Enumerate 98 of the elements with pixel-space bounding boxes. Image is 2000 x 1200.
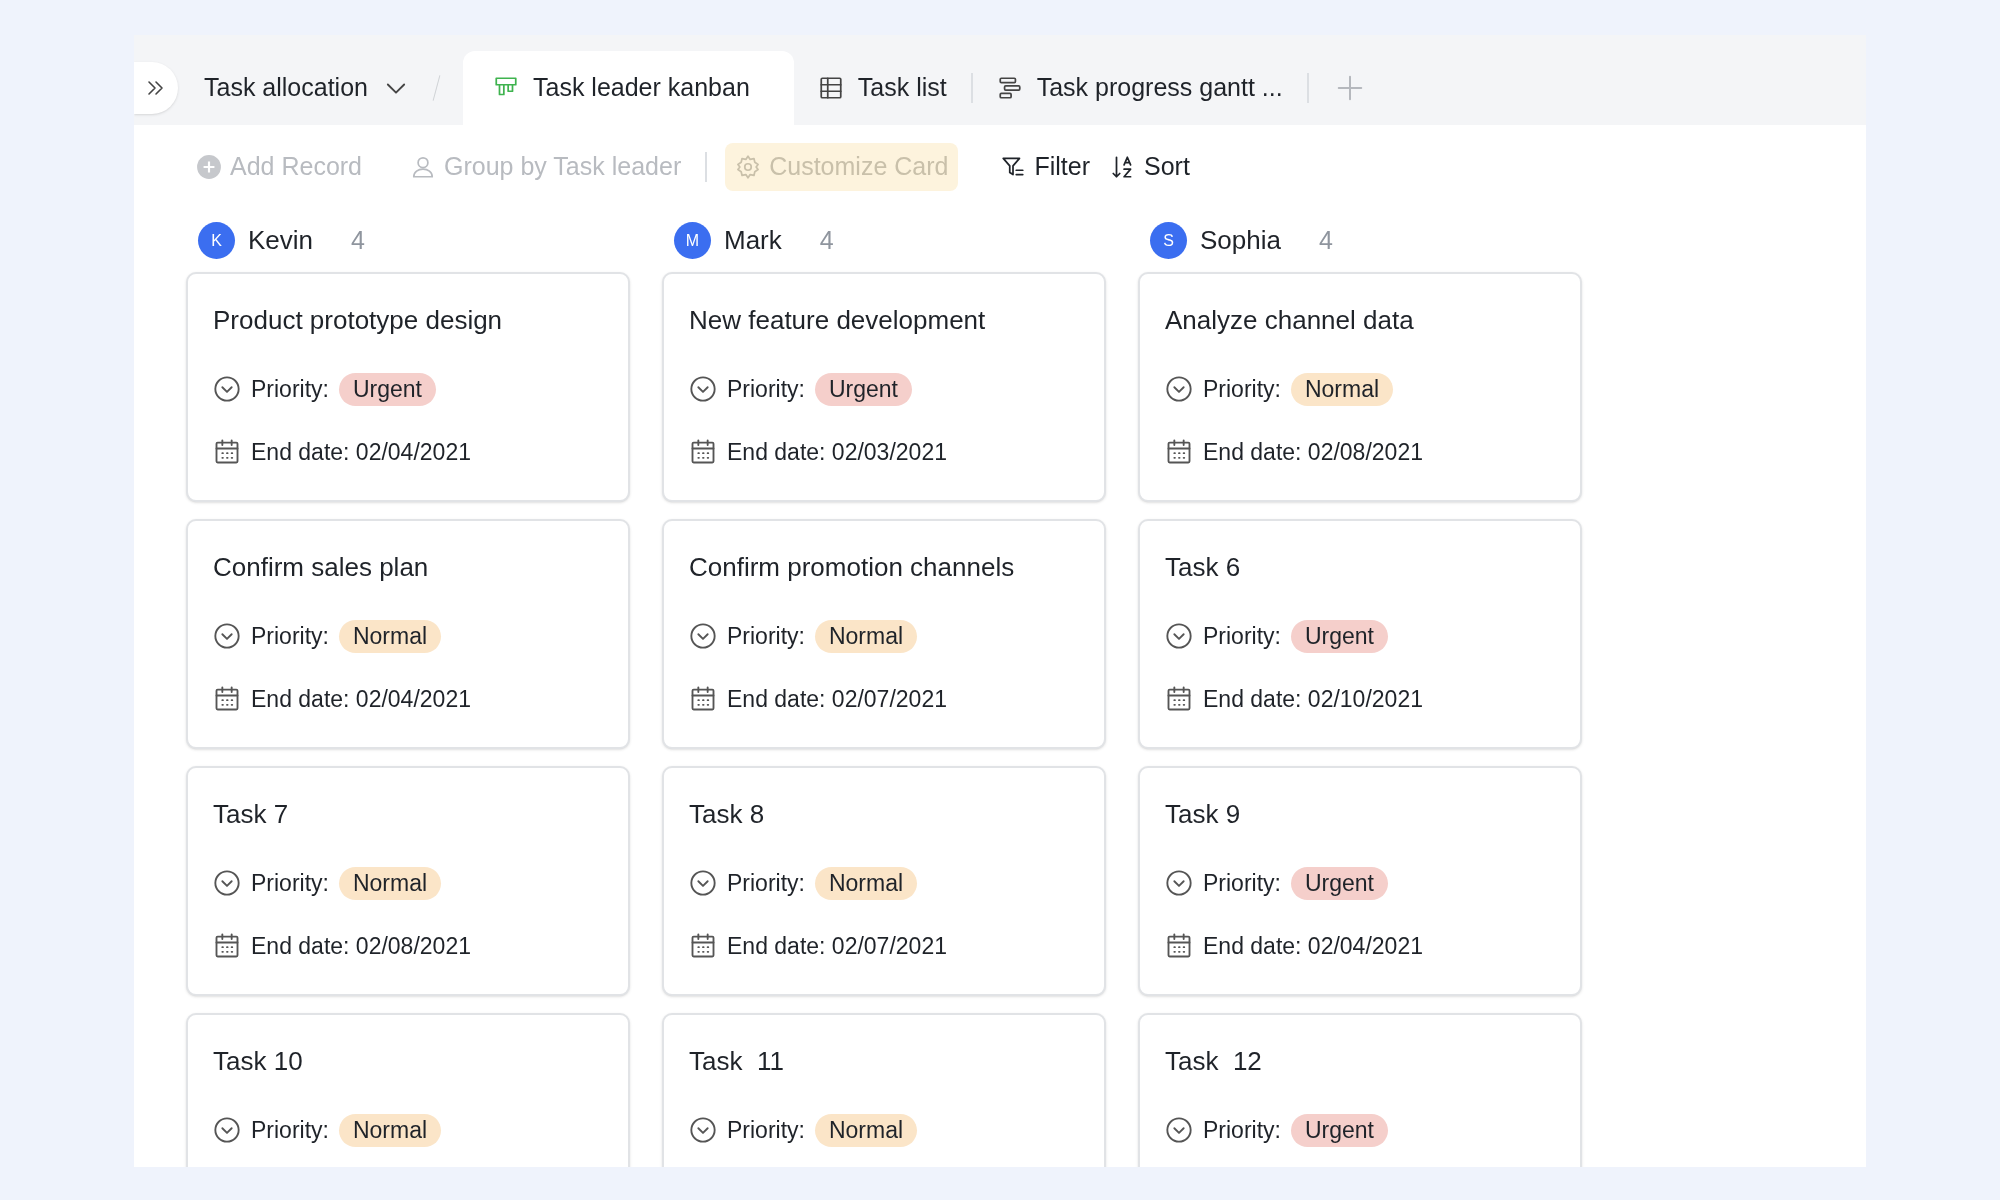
avatar: S: [1150, 222, 1187, 259]
record-card[interactable]: Task 6 Priority: Urgent End date: 02/10/2021: [1138, 519, 1582, 749]
dropdown-field-icon: [689, 869, 717, 898]
dropdown-field-icon: [689, 375, 717, 404]
avatar: M: [674, 222, 711, 259]
field-value: End date: 02/04/2021: [251, 684, 471, 714]
record-card[interactable]: Task 11 Priority: Normal: [662, 1013, 1106, 1167]
priority-tag: Urgent: [1290, 866, 1388, 900]
field-value: End date: 02/10/2021: [1203, 684, 1423, 714]
view-tab[interactable]: Task progress gantt ...: [972, 51, 1307, 125]
dropdown-field-icon: [213, 869, 241, 898]
toolbar-button[interactable]: Filter: [994, 142, 1096, 191]
gantt-icon: [996, 75, 1023, 101]
field-label: Priority:: [727, 869, 805, 898]
field-label: Priority:: [727, 1116, 805, 1145]
priority-tag: Normal: [814, 1113, 918, 1147]
card-title: Product prototype design: [213, 304, 504, 336]
record-card[interactable]: Task 12 Priority: Urgent: [1138, 1013, 1582, 1167]
priority-tag: Urgent: [814, 372, 912, 406]
calendar-icon: [1165, 684, 1193, 713]
card-title: Task 10: [213, 1045, 304, 1077]
dropdown-field-icon: [1165, 1116, 1193, 1145]
record-count: 4: [351, 224, 365, 256]
record-card[interactable]: Product prototype design Priority: Urgent End date: 02/04/2021: [186, 272, 630, 502]
calendar-icon: [1165, 931, 1193, 960]
column-title: Kevin: [248, 224, 314, 257]
calendar-icon: [213, 931, 241, 960]
field-label: Priority:: [1203, 1116, 1281, 1145]
view-title-dropdown[interactable]: Task allocation: [204, 69, 410, 107]
field-label: Priority:: [251, 622, 329, 651]
field-label: Priority:: [251, 375, 329, 404]
column-title: Mark: [724, 224, 782, 257]
record-count: 4: [1318, 224, 1333, 256]
record-card[interactable]: New feature development Priority: Urgent End date: 02/03/2021: [662, 272, 1106, 502]
card-title: Confirm promotion channels: [689, 551, 1016, 583]
field-value: End date: 02/07/2021: [727, 931, 947, 961]
field-label: Priority:: [251, 1116, 329, 1145]
table-icon: [817, 75, 844, 101]
expand-sidebar-button[interactable]: [134, 62, 178, 114]
card-title: Task 9: [1165, 798, 1242, 830]
toolbar-button[interactable]: Sort: [1104, 142, 1196, 191]
settings-icon: [735, 153, 762, 180]
dropdown-field-icon: [1165, 375, 1193, 404]
card-title: Confirm sales plan: [213, 551, 430, 583]
field-label: Priority:: [251, 869, 329, 898]
calendar-icon: [689, 437, 717, 466]
priority-tag: Urgent: [338, 372, 436, 406]
priority-tag: Normal: [1290, 372, 1394, 406]
field-value: End date: 02/07/2021: [727, 684, 947, 714]
dropdown-field-icon: [213, 375, 241, 404]
priority-tag: Normal: [814, 619, 918, 653]
priority-tag: Urgent: [1290, 619, 1388, 653]
field-label: Priority:: [1203, 375, 1281, 404]
priority-tag: Urgent: [1290, 1113, 1388, 1147]
priority-tag: Normal: [814, 866, 918, 900]
field-value: End date: 02/08/2021: [251, 931, 471, 961]
field-value: End date: 02/08/2021: [1203, 437, 1423, 467]
calendar-icon: [689, 931, 717, 960]
calendar-icon: [689, 684, 717, 713]
record-card[interactable]: Confirm promotion channels Priority: Normal End date: 02/07/2021: [662, 519, 1106, 749]
card-title: Task 8: [689, 798, 766, 830]
dropdown-field-icon: [1165, 869, 1193, 898]
field-label: Priority:: [1203, 622, 1281, 651]
record-card[interactable]: Task 9 Priority: Urgent End date: 02/04/2021: [1138, 766, 1582, 996]
record-card[interactable]: Task 7 Priority: Normal End date: 02/08/2021: [186, 766, 630, 996]
avatar: K: [198, 222, 235, 259]
view-tab[interactable]: Task list: [793, 51, 971, 125]
field-label: Priority:: [727, 622, 805, 651]
card-title: Analyze channel data: [1165, 304, 1415, 336]
field-label: Priority:: [1203, 869, 1281, 898]
view-tab[interactable]: Task leader kanban: [463, 51, 794, 125]
priority-tag: Normal: [338, 619, 442, 653]
priority-tag: Normal: [338, 866, 442, 900]
record-count: 4: [819, 224, 834, 256]
priority-tag: Normal: [338, 1113, 442, 1147]
card-title: Task 12: [1165, 1045, 1263, 1077]
column-title: Sophia: [1200, 224, 1281, 257]
dropdown-field-icon: [689, 622, 717, 651]
field-value: End date: 02/04/2021: [251, 437, 471, 467]
record-card[interactable]: Task 8 Priority: Normal End date: 02/07/2021: [662, 766, 1106, 996]
calendar-icon: [213, 684, 241, 713]
field-label: Priority:: [727, 375, 805, 404]
record-card[interactable]: Analyze channel data Priority: Normal End date: 02/08/2021: [1138, 272, 1582, 502]
card-title: Task 7: [213, 798, 290, 830]
card-title: Task 11: [689, 1045, 785, 1077]
card-title: Task 6: [1165, 551, 1242, 583]
record-card[interactable]: Task 10 Priority: Normal: [186, 1013, 630, 1167]
dropdown-field-icon: [213, 1116, 241, 1145]
field-value: End date: 02/04/2021: [1203, 931, 1423, 961]
dropdown-field-icon: [213, 622, 241, 651]
dropdown-field-icon: [1165, 622, 1193, 651]
card-title: New feature development: [689, 304, 987, 336]
dropdown-field-icon: [689, 1116, 717, 1145]
calendar-icon: [1165, 437, 1193, 466]
record-card[interactable]: Confirm sales plan Priority: Normal End date: 02/04/2021: [186, 519, 630, 749]
add-icon: [196, 153, 222, 180]
field-value: End date: 02/03/2021: [727, 437, 947, 467]
calendar-icon: [213, 437, 241, 466]
